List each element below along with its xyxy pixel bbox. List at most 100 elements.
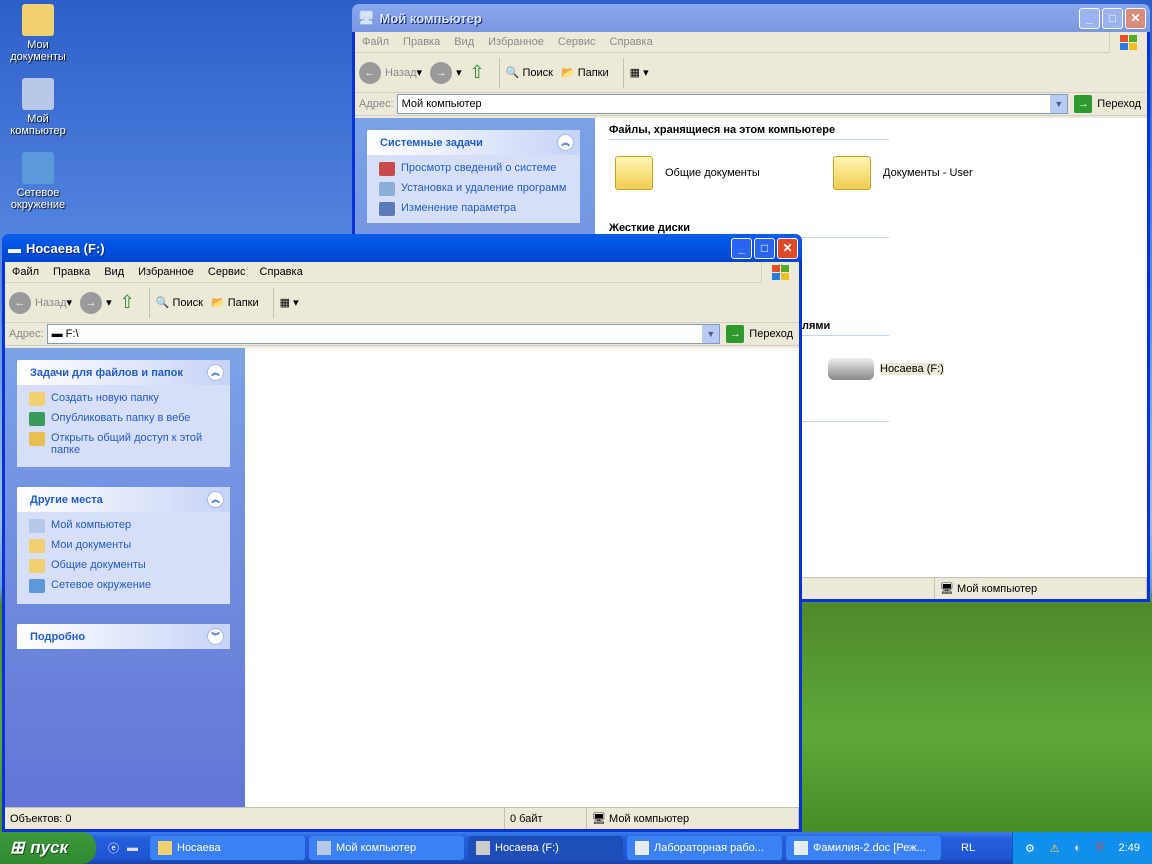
- taskbar: ⊞ пуск ⓔ ▬ Носаева Мой компьютер Носаева …: [0, 832, 1152, 864]
- word-doc-icon: [635, 841, 649, 855]
- desktop-icon-network[interactable]: Сетевое окружение: [2, 152, 74, 211]
- word-doc-icon: [794, 841, 808, 855]
- collapse-icon[interactable]: ︽: [207, 491, 224, 508]
- folder-icon: 📂: [210, 297, 225, 309]
- status-objects: Объектов: 0: [5, 808, 505, 829]
- close-button[interactable]: ✕: [777, 237, 798, 259]
- start-button[interactable]: ⊞ пуск: [0, 832, 96, 864]
- place-my-documents[interactable]: Мои документы: [17, 536, 230, 556]
- back-button[interactable]: ← Назад ▾: [359, 61, 422, 84]
- menu-help[interactable]: Справка: [603, 36, 660, 48]
- up-folder-button[interactable]: ⇧: [470, 62, 485, 83]
- address-input[interactable]: ▬ F:\ ▼: [46, 324, 721, 344]
- folders-button[interactable]: 📂 Папки: [210, 296, 259, 310]
- menu-favorites[interactable]: Избранное: [131, 266, 201, 278]
- toolbar: ← Назад ▾ → ▾ ⇧ 🔍 Поиск 📂 Папки ▦ ▾: [5, 283, 799, 323]
- windows-logo-icon: [1109, 32, 1147, 53]
- warning-icon[interactable]: ⚠: [1050, 842, 1060, 855]
- task-button-drive-f[interactable]: Носаева (F:): [468, 836, 623, 860]
- task-system-info[interactable]: Просмотр сведений о системе: [367, 159, 580, 179]
- go-button[interactable]: → Переход: [720, 325, 799, 343]
- menu-view[interactable]: Вид: [97, 266, 131, 278]
- menu-bar: Файл Правка Вид Избранное Сервис Справка: [5, 262, 799, 283]
- expand-icon[interactable]: ︾: [207, 628, 224, 645]
- computer-icon: [317, 841, 331, 855]
- tray-icon[interactable]: ◐: [1074, 842, 1081, 854]
- forward-button[interactable]: → ▾: [430, 61, 462, 84]
- computer-icon: 🖥: [358, 10, 375, 25]
- drive-icon: ▬: [8, 240, 21, 256]
- menu-help[interactable]: Справка: [253, 266, 310, 278]
- menu-edit[interactable]: Правка: [396, 36, 447, 48]
- views-button[interactable]: ▦ ▾: [630, 66, 649, 79]
- tray-icon[interactable]: ⚙: [1025, 842, 1035, 855]
- drive-quicklaunch-icon[interactable]: ▬: [127, 842, 138, 854]
- address-input[interactable]: Мой компьютер ▼: [396, 94, 1069, 114]
- views-button[interactable]: ▦ ▾: [280, 296, 299, 309]
- clock[interactable]: 2:49: [1119, 842, 1140, 854]
- ie-quicklaunch-icon[interactable]: ⓔ: [108, 840, 119, 856]
- folder-icon: 📂: [560, 67, 575, 79]
- task-publish-web[interactable]: Опубликовать папку в вебе: [17, 409, 230, 429]
- menu-bar: Файл Правка Вид Избранное Сервис Справка: [355, 32, 1147, 53]
- go-button[interactable]: → Переход: [1068, 95, 1147, 113]
- place-network[interactable]: Сетевое окружение: [17, 576, 230, 596]
- drive-icon: ▬: [51, 328, 66, 340]
- place-shared-documents[interactable]: Общие документы: [17, 556, 230, 576]
- maximize-button[interactable]: □: [754, 237, 775, 259]
- drive-f[interactable]: Носаева (F:): [828, 358, 944, 380]
- forward-button[interactable]: → ▾: [80, 291, 112, 314]
- desktop-icon-my-computer[interactable]: Мой компьютер: [2, 78, 74, 137]
- language-indicator[interactable]: RL: [961, 842, 975, 854]
- folder-user-documents[interactable]: Документы - User: [833, 156, 973, 190]
- menu-tools[interactable]: Сервис: [201, 266, 253, 278]
- drive-icon: [476, 841, 490, 855]
- close-button[interactable]: ✕: [1125, 7, 1146, 29]
- task-change-setting[interactable]: Изменение параметра: [367, 199, 580, 219]
- shared-folder-icon: [833, 156, 871, 190]
- computer-icon: [22, 78, 54, 110]
- menu-file[interactable]: Файл: [355, 36, 396, 48]
- windows-logo-icon: [761, 262, 799, 283]
- status-bar: Объектов: 0 0 байт 🖥 Мой компьютер: [5, 807, 799, 829]
- content-area: [245, 348, 799, 807]
- collapse-icon[interactable]: ︽: [557, 134, 574, 151]
- task-add-remove[interactable]: Установка и удаление программ: [367, 179, 580, 199]
- search-button[interactable]: 🔍 Поиск: [506, 66, 553, 80]
- chevron-down-icon[interactable]: ▼: [1050, 95, 1068, 113]
- status-location: 🖥 Мой компьютер: [935, 578, 1147, 599]
- title-bar[interactable]: 🖥 Мой компьютер _ □ ✕: [352, 4, 1150, 32]
- drive-icon: [828, 358, 874, 380]
- up-folder-button[interactable]: ⇧: [120, 292, 135, 313]
- task-button-nosaeva[interactable]: Носаева: [150, 836, 305, 860]
- maximize-button[interactable]: □: [1102, 7, 1123, 29]
- menu-tools[interactable]: Сервис: [551, 36, 603, 48]
- shield-icon[interactable]: ⛨: [1096, 842, 1104, 855]
- network-icon: [22, 152, 54, 184]
- desktop-icon-my-documents[interactable]: Мои документы: [2, 4, 74, 63]
- other-places-panel: Другие места ︽ Мой компьютер Мои документ…: [17, 487, 230, 604]
- task-new-folder[interactable]: Создать новую папку: [17, 389, 230, 409]
- task-button-lab-work[interactable]: Лабораторная рабо...: [627, 836, 782, 860]
- task-button-familia-doc[interactable]: Фамилия-2.doc [Реж...: [786, 836, 941, 860]
- menu-edit[interactable]: Правка: [46, 266, 97, 278]
- go-arrow-icon: →: [726, 325, 745, 343]
- task-button-my-computer[interactable]: Мой компьютер: [309, 836, 464, 860]
- minimize-button[interactable]: _: [1079, 7, 1100, 29]
- search-button[interactable]: 🔍 Поиск: [155, 296, 203, 310]
- back-button[interactable]: ← Назад ▾: [9, 291, 72, 314]
- minimize-button[interactable]: _: [731, 237, 752, 259]
- place-my-computer[interactable]: Мой компьютер: [17, 516, 230, 536]
- search-icon: 🔍: [155, 297, 170, 309]
- details-panel: Подробно ︾: [17, 624, 230, 649]
- menu-file[interactable]: Файл: [5, 266, 46, 278]
- task-share-folder[interactable]: Открыть общий доступ к этой папке: [17, 429, 230, 459]
- chevron-down-icon[interactable]: ▼: [702, 325, 720, 343]
- address-bar: Адрес: Мой компьютер ▼ → Переход: [355, 93, 1147, 116]
- folders-button[interactable]: 📂 Папки: [560, 66, 609, 80]
- menu-favorites[interactable]: Избранное: [481, 36, 551, 48]
- collapse-icon[interactable]: ︽: [207, 364, 224, 381]
- title-bar[interactable]: ▬ Носаева (F:) _ □ ✕: [2, 234, 802, 262]
- folder-shared-documents[interactable]: Общие документы: [615, 156, 760, 190]
- menu-view[interactable]: Вид: [447, 36, 481, 48]
